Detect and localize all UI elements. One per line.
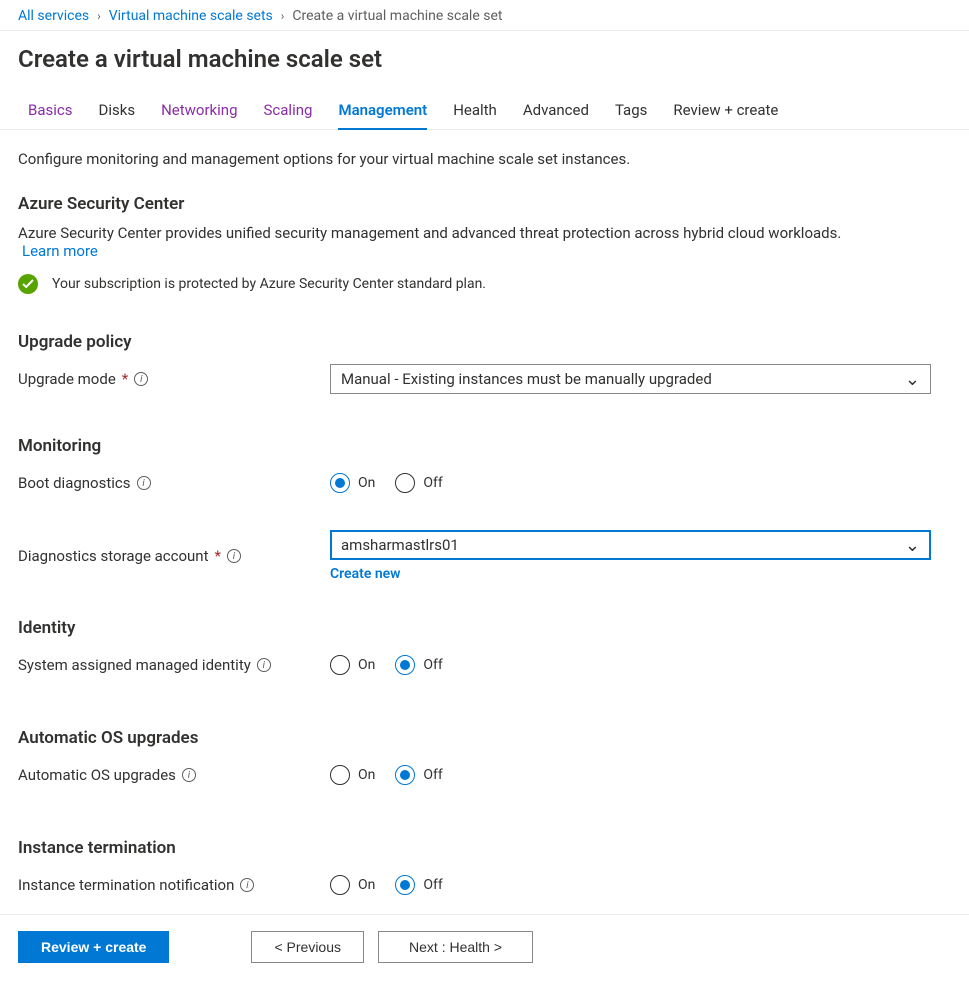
- chevron-right-icon: ›: [97, 9, 101, 23]
- termination-on[interactable]: On: [330, 875, 375, 895]
- review-create-button[interactable]: Review + create: [18, 931, 169, 963]
- required-icon: *: [122, 370, 128, 388]
- info-icon[interactable]: i: [257, 658, 271, 672]
- security-center-heading: Azure Security Center: [18, 194, 951, 214]
- chevron-down-icon: ⌄: [905, 369, 920, 390]
- required-icon: *: [215, 547, 221, 565]
- auto-os-heading: Automatic OS upgrades: [18, 728, 951, 748]
- info-icon[interactable]: i: [240, 878, 254, 892]
- auto-os-radio-group: On Off: [330, 765, 931, 785]
- upgrade-mode-select[interactable]: Manual - Existing instances must be manu…: [330, 364, 931, 394]
- upgrade-mode-label: Upgrade mode: [18, 370, 116, 388]
- managed-identity-radio-group: On Off: [330, 655, 931, 675]
- boot-diagnostics-off[interactable]: Off: [395, 473, 442, 493]
- radio-icon: [395, 655, 415, 675]
- tab-health[interactable]: Health: [453, 95, 497, 129]
- termination-radio-group: On Off: [330, 875, 931, 895]
- security-center-text: Azure Security Center provides unified s…: [18, 224, 951, 260]
- info-icon[interactable]: i: [137, 476, 151, 490]
- tab-tags[interactable]: Tags: [615, 95, 647, 129]
- boot-diagnostics-radio-group: On Off: [330, 473, 931, 493]
- managed-identity-off[interactable]: Off: [395, 655, 442, 675]
- radio-icon: [330, 875, 350, 895]
- storage-account-select[interactable]: amsharmastlrs01 ⌄: [330, 530, 931, 560]
- upgrade-policy-heading: Upgrade policy: [18, 332, 951, 352]
- breadcrumb: All services › Virtual machine scale set…: [0, 0, 969, 31]
- subscription-status-text: Your subscription is protected by Azure …: [52, 276, 486, 292]
- tab-review[interactable]: Review + create: [673, 95, 778, 129]
- breadcrumb-vmss[interactable]: Virtual machine scale sets: [109, 8, 273, 24]
- boot-diagnostics-label: Boot diagnostics: [18, 474, 131, 492]
- info-icon[interactable]: i: [227, 549, 241, 563]
- chevron-down-icon: ⌄: [905, 535, 920, 556]
- next-button[interactable]: Next : Health >: [378, 931, 533, 963]
- storage-account-label: Diagnostics storage account: [18, 547, 209, 565]
- check-circle-icon: [18, 274, 38, 294]
- tab-disks[interactable]: Disks: [99, 95, 136, 129]
- breadcrumb-all-services[interactable]: All services: [18, 8, 89, 24]
- managed-identity-on[interactable]: On: [330, 655, 375, 675]
- page-description: Configure monitoring and management opti…: [18, 150, 951, 168]
- radio-icon: [330, 473, 350, 493]
- radio-icon: [395, 473, 415, 493]
- radio-icon: [330, 655, 350, 675]
- termination-off[interactable]: Off: [395, 875, 442, 895]
- info-icon[interactable]: i: [134, 372, 148, 386]
- termination-label: Instance termination notification: [18, 876, 234, 894]
- termination-heading: Instance termination: [18, 838, 951, 858]
- info-icon[interactable]: i: [182, 768, 196, 782]
- learn-more-link[interactable]: Learn more: [18, 242, 98, 260]
- monitoring-heading: Monitoring: [18, 436, 951, 456]
- tab-management[interactable]: Management: [338, 95, 427, 129]
- managed-identity-label: System assigned managed identity: [18, 656, 251, 674]
- tab-basics[interactable]: Basics: [28, 95, 73, 129]
- auto-os-on[interactable]: On: [330, 765, 375, 785]
- tab-advanced[interactable]: Advanced: [523, 95, 589, 129]
- breadcrumb-current: Create a virtual machine scale set: [292, 8, 502, 24]
- tab-scaling[interactable]: Scaling: [264, 95, 313, 129]
- radio-icon: [395, 765, 415, 785]
- tab-networking[interactable]: Networking: [161, 95, 237, 129]
- footer-actions: Review + create < Previous Next : Health…: [0, 914, 969, 985]
- chevron-right-icon: ›: [281, 9, 285, 23]
- page-title: Create a virtual machine scale set: [0, 31, 969, 95]
- create-new-link[interactable]: Create new: [330, 566, 401, 582]
- radio-icon: [330, 765, 350, 785]
- identity-heading: Identity: [18, 618, 951, 638]
- tabs: Basics Disks Networking Scaling Manageme…: [0, 95, 969, 130]
- boot-diagnostics-on[interactable]: On: [330, 473, 375, 493]
- previous-button[interactable]: < Previous: [251, 931, 364, 963]
- auto-os-label: Automatic OS upgrades: [18, 766, 176, 784]
- subscription-status: Your subscription is protected by Azure …: [18, 274, 951, 294]
- auto-os-off[interactable]: Off: [395, 765, 442, 785]
- radio-icon: [395, 875, 415, 895]
